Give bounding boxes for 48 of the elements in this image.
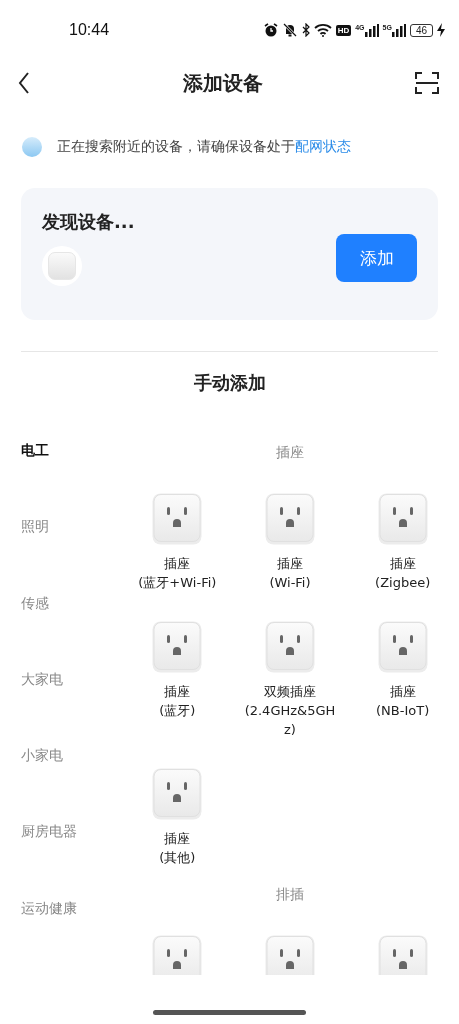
alarm-icon (263, 23, 278, 37)
device-option[interactable]: 插座 (其他) (127, 829, 228, 867)
pairing-mode-link[interactable]: 配网状态 (295, 138, 351, 154)
muted-bell-icon (281, 23, 298, 37)
signal-icon (391, 23, 406, 37)
category-tab[interactable]: 照明 (0, 507, 121, 584)
socket-icon (265, 935, 315, 975)
scan-icon (415, 72, 439, 94)
socket-icon (265, 621, 315, 673)
subcategory-title: 插座 (275, 443, 305, 462)
socket-icon (152, 493, 203, 545)
add-button[interactable]: 添加 (336, 234, 417, 282)
device-option[interactable]: 插座 (Zigbee) (352, 554, 453, 592)
socket-icon (377, 493, 428, 545)
wifi-icon (313, 23, 332, 37)
category-tab[interactable]: 电工 (0, 431, 121, 508)
socket-icon (377, 935, 428, 975)
category-tab[interactable]: 运动健康 (0, 888, 121, 966)
socket-icon (265, 493, 315, 545)
charging-icon (437, 23, 445, 37)
category-tab[interactable]: 厨房电器 (0, 812, 121, 889)
searching-spinner-icon (21, 136, 43, 158)
back-button[interactable] (16, 70, 32, 96)
subcategory-title: 排插 (275, 885, 305, 904)
bluetooth-icon (301, 23, 310, 37)
battery-level: 46 (409, 23, 433, 37)
device-option[interactable]: 插座 (Wi-Fi) (240, 554, 340, 592)
device-option[interactable]: 插座 (蓝牙) (127, 682, 228, 720)
page-title: 添加设备 (182, 69, 263, 97)
hd-badge: HD (335, 24, 352, 36)
signal-icon (364, 23, 379, 37)
back-icon (18, 72, 30, 94)
discovery-title: 发现设备... (42, 210, 135, 234)
device-icon (42, 246, 82, 286)
category-tab[interactable]: 传感 (0, 583, 121, 660)
socket-icon (152, 768, 203, 820)
socket-icon (152, 935, 203, 975)
clock-time: 10:44 (69, 21, 110, 39)
socket-icon (377, 621, 428, 673)
section-title: 手动添加 (192, 371, 267, 395)
device-option[interactable]: 插座 (蓝牙+Wi-Fi) (127, 554, 228, 592)
device-option[interactable]: 插座 (NB-IoT) (352, 682, 453, 720)
search-status-text: 正在搜索附近的设备，请确保设备处于配网状态 (57, 138, 351, 156)
device-option[interactable]: 双频插座 (2.4GHz&5GHz) (240, 682, 340, 739)
scan-button[interactable] (413, 70, 441, 96)
category-tab[interactable]: 大家电 (0, 659, 121, 737)
socket-icon (152, 621, 203, 673)
category-tab[interactable]: 小家电 (0, 736, 121, 813)
